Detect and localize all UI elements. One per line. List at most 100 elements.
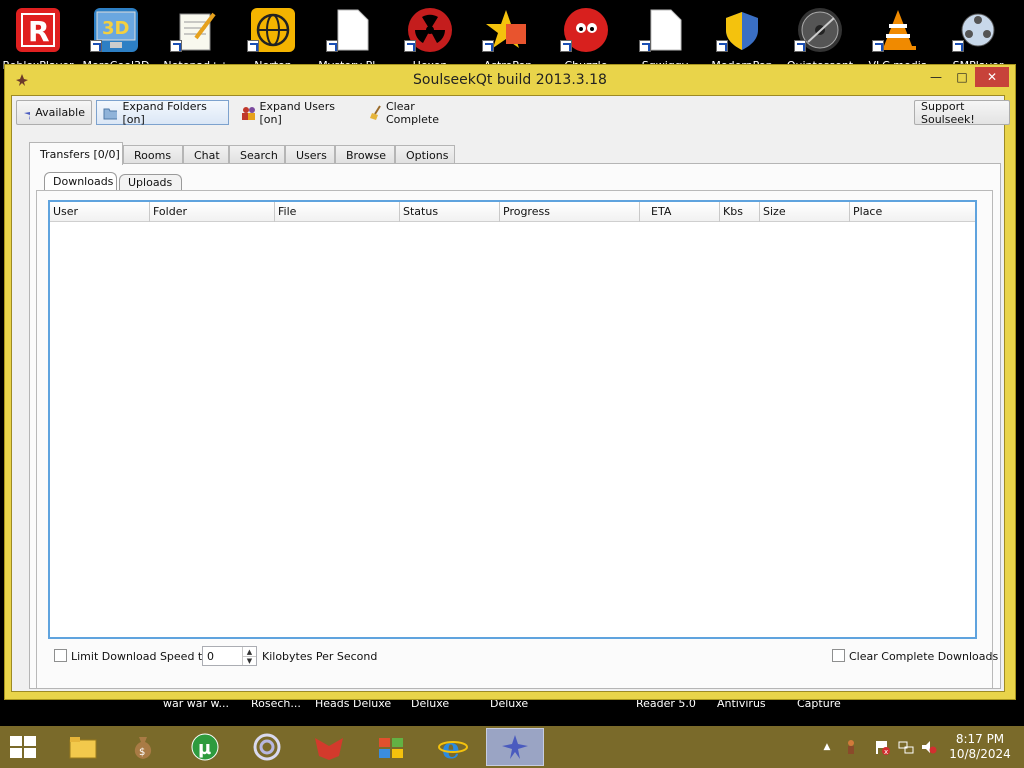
desktop-icon-sqwiggy[interactable]: Sqwiggy [635,6,695,72]
tab-browse[interactable]: Browse [335,145,395,164]
folder-icon [69,737,97,759]
shortcut-arrow-icon [794,40,806,52]
taskbar-soulseek[interactable] [486,728,544,766]
tab-search[interactable]: Search [229,145,285,164]
desktop-icon-morecool3d[interactable]: 3D MoreCool3D [83,6,149,72]
shortcut-arrow-icon [560,40,572,52]
available-button[interactable]: Available [16,100,92,125]
downloads-table[interactable]: User Folder File Status Progress ETA Kbs… [48,200,977,639]
users-icon [242,106,255,120]
desktop-icon-mystery[interactable]: Mystery Pl... [318,6,386,72]
tray-action-center[interactable]: x [873,726,891,768]
column-header-user[interactable]: User [50,202,150,222]
close-button[interactable]: ✕ [975,67,1009,87]
svg-text:x: x [884,748,888,755]
limit-download-speed-checkbox[interactable] [54,649,67,662]
desktop-icon-vlc[interactable]: VLC media [868,6,928,72]
tab-transfers[interactable]: Transfers [0/0] [29,142,123,165]
tab-options[interactable]: Options [395,145,455,164]
swirl-icon [253,733,281,761]
shortcut-arrow-icon [716,40,728,52]
taskbar-utorrent[interactable]: µ [176,728,234,766]
tray-app-icon[interactable] [843,726,859,768]
clock-date: 10/8/2024 [949,747,1011,761]
network-icon [898,741,914,754]
column-header-eta[interactable]: ETA [640,202,720,222]
desktop-icon-modernpop[interactable]: ModernPop [711,6,773,72]
tray-network[interactable] [897,726,915,768]
expand-folders-button[interactable]: Expand Folders [on] [96,100,229,126]
column-header-folder[interactable]: Folder [150,202,275,222]
download-speed-spinbox[interactable]: 0 ▲ ▼ [202,646,257,666]
svg-text:e: e [442,732,460,762]
column-header-progress[interactable]: Progress [500,202,640,222]
column-header-place[interactable]: Place [850,202,975,222]
flag-warning-icon: x [876,741,890,755]
tab-chat[interactable]: Chat [183,145,229,164]
utorrent-icon: µ [191,733,219,761]
soulseek-window: SoulseekQt build 2013.3.18 — □ ✕ Availab… [4,64,1016,700]
taskbar-internet-explorer[interactable]: e [424,728,482,766]
column-header-status[interactable]: Status [400,202,500,222]
money-bag-icon: $ [134,737,152,759]
arrow-up-icon: ▲ [246,647,253,656]
shortcut-arrow-icon [404,40,416,52]
shortcut-arrow-icon [872,40,884,52]
svg-text:$: $ [139,747,145,758]
chevron-up-icon: ▲ [823,742,831,752]
maximize-button[interactable]: □ [949,67,975,87]
taskbar-money-app[interactable]: $ [114,728,172,766]
shortcut-arrow-icon [482,40,494,52]
support-soulseek-button[interactable]: Support Soulseek! [914,100,1010,126]
soulseek-bird-icon [502,735,528,759]
spin-down-button[interactable]: ▼ [242,656,256,665]
subtab-uploads[interactable]: Uploads [119,174,182,190]
desktop-icon-smplayer[interactable]: SMPlayer [948,6,1008,72]
title-bar[interactable]: SoulseekQt build 2013.3.18 — □ ✕ [5,65,1015,95]
roblox-icon: R [16,8,60,52]
windows-flag-icon [379,738,403,758]
taskbar: $ µ e ▲ x 8:17 PM 10/8/2024 [0,726,1024,768]
minimize-icon: — [930,70,942,84]
bird-icon [24,110,31,120]
desktop-icon-hexen[interactable]: Hexen [400,6,460,72]
desktop-icon-notepad[interactable]: Notepad++ [163,6,229,72]
spin-up-button[interactable]: ▲ [242,647,256,656]
desktop-icon-quintessent[interactable]: Quintessent [787,6,853,72]
tab-users[interactable]: Users [285,145,335,164]
desktop-icon-chuzzle[interactable]: Chuzzle [556,6,616,72]
subtab-downloads[interactable]: Downloads [44,172,117,190]
arrow-down-icon: ▼ [246,657,253,665]
clear-complete-button[interactable]: Clear Complete [362,100,466,126]
limit-download-speed-label: Limit Download Speed to [71,650,209,663]
clock-time: 8:17 PM [955,732,1005,746]
tray-volume[interactable] [920,726,938,768]
taskbar-clock[interactable]: 8:17 PM 10/8/2024 [940,732,1020,762]
close-icon: ✕ [986,70,998,84]
broom-icon [370,104,381,120]
taskbar-app-windows-flag[interactable] [362,728,420,766]
shortcut-arrow-icon [326,40,338,52]
desktop-icon-norton[interactable]: Norton [243,6,303,72]
start-button[interactable] [10,736,38,760]
desktop-icon-astropop[interactable]: AstroPop [478,6,538,72]
shortcut-arrow-icon [170,40,182,52]
taskbar-app-fox[interactable] [300,728,358,766]
tab-rooms[interactable]: Rooms [123,145,183,164]
minimize-button[interactable]: — [923,67,949,87]
windows-logo-icon [10,736,22,746]
shortcut-arrow-icon [247,40,259,52]
desktop-icon-robloxplayer[interactable]: R RobloxPlayer [2,6,74,72]
expand-users-button[interactable]: Expand Users [on] [234,100,352,126]
shortcut-arrow-icon [90,40,102,52]
tray-show-hidden-icons[interactable]: ▲ [820,726,834,768]
clear-complete-downloads-label: Clear Complete Downloads [849,650,999,663]
clear-complete-downloads-checkbox[interactable] [832,649,845,662]
column-header-kbs[interactable]: Kbs [720,202,760,222]
shortcut-arrow-icon [639,40,651,52]
column-header-size[interactable]: Size [760,202,850,222]
taskbar-app-swirl[interactable] [238,728,296,766]
taskbar-file-explorer[interactable] [54,728,112,766]
internet-explorer-icon: e [438,732,468,762]
column-header-file[interactable]: File [275,202,400,222]
